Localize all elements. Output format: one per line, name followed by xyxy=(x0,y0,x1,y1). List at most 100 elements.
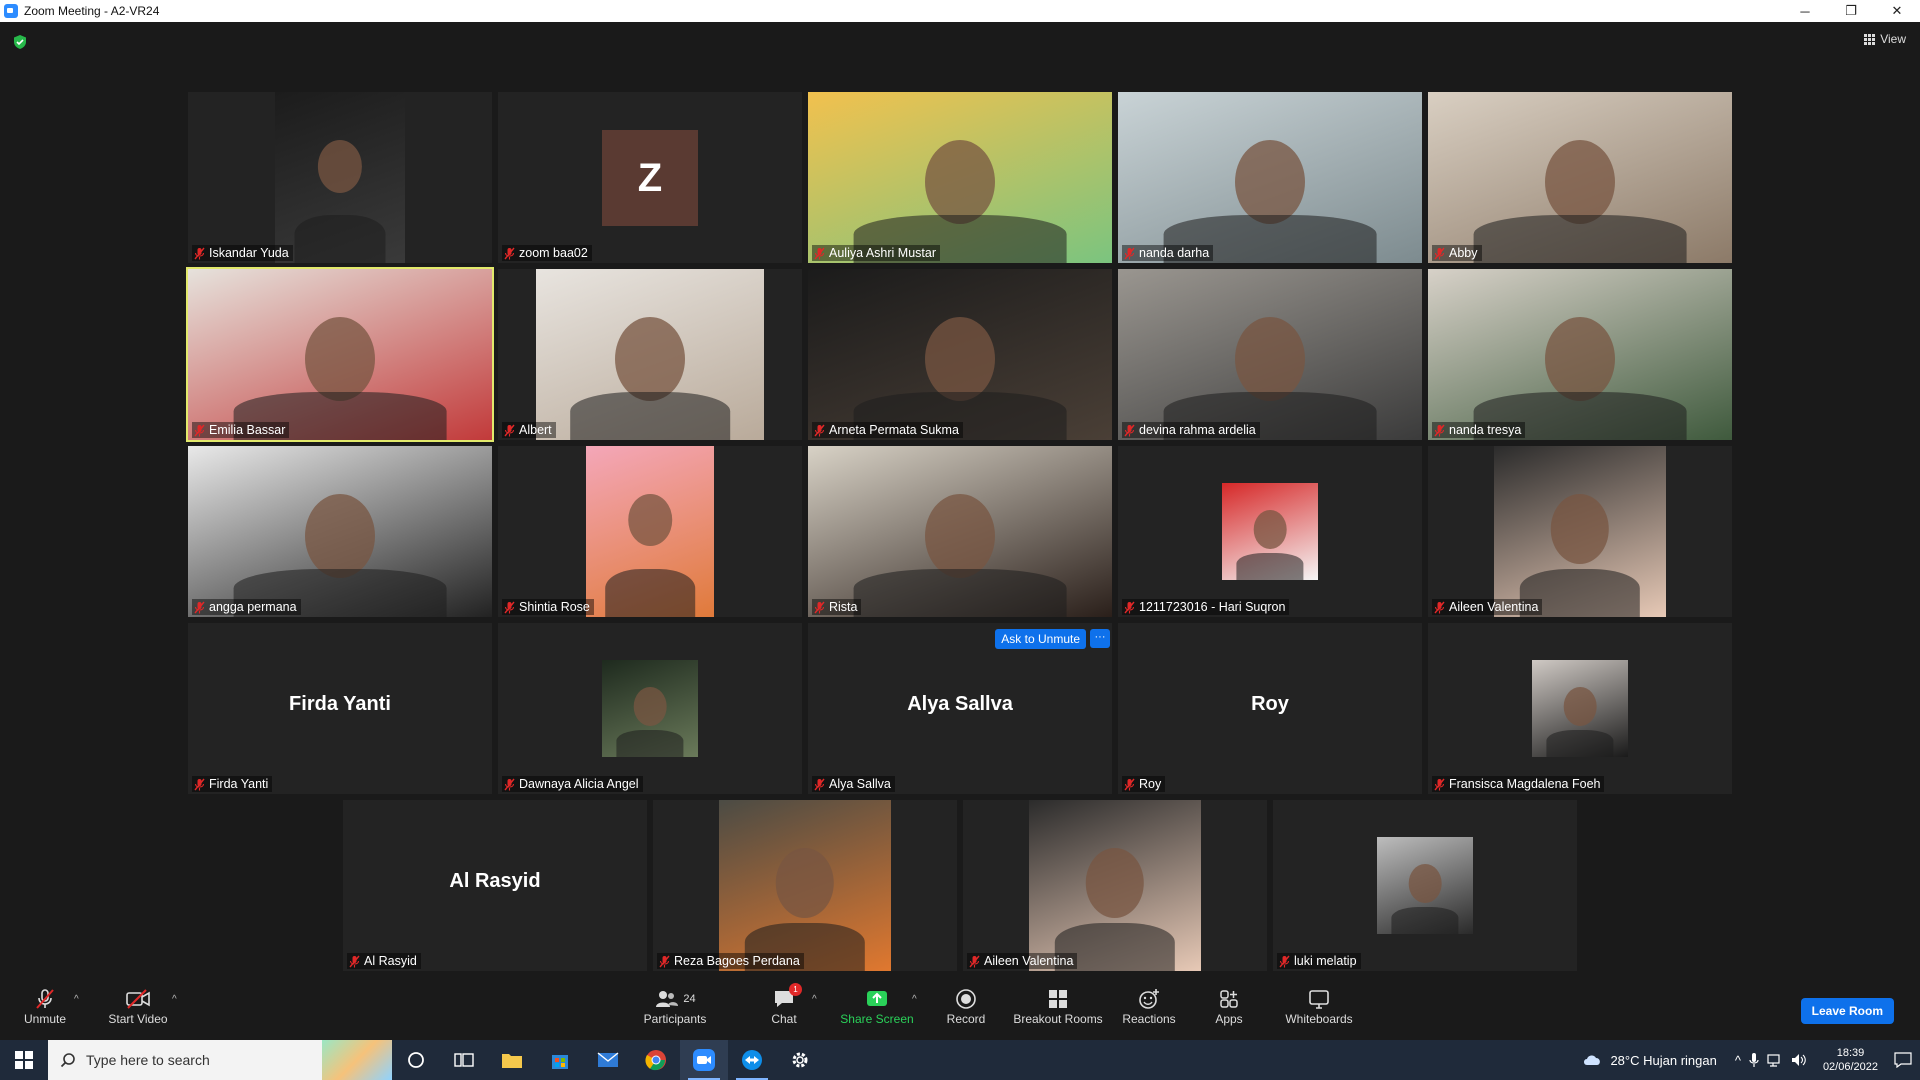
ask-to-unmute-button[interactable]: Ask to Unmute xyxy=(995,629,1086,649)
participant-face xyxy=(305,493,375,578)
cortana-button[interactable] xyxy=(392,1040,440,1080)
muted-mic-icon xyxy=(1124,778,1135,791)
participant-video xyxy=(1222,483,1318,580)
task-view-button[interactable] xyxy=(440,1040,488,1080)
weather-text[interactable]: 28°C Hujan ringan xyxy=(1610,1053,1716,1068)
participant-tile[interactable]: Al Rasyid Al Rasyid xyxy=(343,800,647,971)
taskbar-search-input[interactable]: Type here to search xyxy=(48,1040,392,1080)
muted-mic-icon xyxy=(504,424,515,437)
whiteboards-button[interactable]: Whiteboards xyxy=(1282,986,1356,1026)
participant-tile[interactable]: Arneta Permata Sukma xyxy=(808,269,1112,440)
participant-tile[interactable]: Iskandar Yuda xyxy=(188,92,492,263)
share-screen-label: Share Screen xyxy=(840,1012,914,1026)
leave-room-button[interactable]: Leave Room xyxy=(1800,998,1894,1024)
participant-face xyxy=(925,139,995,224)
network-icon[interactable] xyxy=(1767,1053,1783,1067)
participants-button[interactable]: 24 Participants xyxy=(640,986,710,1026)
participant-tile[interactable]: 1211723016 - Hari Suqron xyxy=(1118,446,1422,617)
participant-tile[interactable]: luki melatip xyxy=(1273,800,1577,971)
participant-tile[interactable]: Firda Yanti Firda Yanti xyxy=(188,623,492,794)
participant-tile[interactable]: angga permana xyxy=(188,446,492,617)
apps-button[interactable]: Apps xyxy=(1212,986,1246,1026)
video-options-caret[interactable]: ^ xyxy=(172,994,177,1005)
notification-icon[interactable] xyxy=(1894,1052,1912,1068)
muted-mic-icon xyxy=(1124,424,1135,437)
participant-video xyxy=(1532,660,1628,757)
chat-options-caret[interactable]: ^ xyxy=(812,994,817,1005)
participant-video xyxy=(1428,92,1732,263)
settings-button[interactable] xyxy=(776,1040,824,1080)
start-video-button[interactable]: Start Video xyxy=(106,986,170,1026)
participant-tile[interactable]: Shintia Rose xyxy=(498,446,802,617)
participant-video xyxy=(586,446,714,617)
close-button[interactable]: ✕ xyxy=(1874,0,1920,22)
participant-tile[interactable]: Roy Roy xyxy=(1118,623,1422,794)
zoom-taskbar-button[interactable] xyxy=(680,1040,728,1080)
file-explorer-button[interactable] xyxy=(488,1040,536,1080)
more-options-button[interactable]: ··· xyxy=(1090,629,1110,648)
chat-button[interactable]: 1 Chat xyxy=(762,983,806,1026)
muted-mic-icon xyxy=(1434,247,1445,260)
start-button[interactable] xyxy=(0,1040,48,1080)
zoom-app-icon xyxy=(4,4,18,18)
participant-tile[interactable]: Auliya Ashri Mustar xyxy=(808,92,1112,263)
participant-name: Dawnaya Alicia Angel xyxy=(519,777,639,791)
muted-mic-icon xyxy=(1434,601,1445,614)
participant-tile[interactable]: nanda darha xyxy=(1118,92,1422,263)
participant-tile[interactable]: Abby xyxy=(1428,92,1732,263)
participant-name: 1211723016 - Hari Suqron xyxy=(1139,600,1286,614)
participant-tile[interactable]: nanda tresya xyxy=(1428,269,1732,440)
unmute-button[interactable]: Unmute xyxy=(20,986,70,1026)
participant-tile[interactable]: Aileen Valentina xyxy=(1428,446,1732,617)
participant-tile[interactable]: Dawnaya Alicia Angel xyxy=(498,623,802,794)
participant-name: Abby xyxy=(1449,246,1478,260)
record-button[interactable]: Record xyxy=(940,986,992,1026)
audio-options-caret[interactable]: ^ xyxy=(74,994,79,1005)
avatar-initial: Z xyxy=(602,130,698,226)
view-button[interactable]: View xyxy=(1864,32,1906,46)
participant-tile[interactable]: Reza Bagoes Perdana xyxy=(653,800,957,971)
microphone-icon[interactable] xyxy=(1749,1052,1759,1068)
participant-tile[interactable]: Aileen Valentina xyxy=(963,800,1267,971)
search-placeholder: Type here to search xyxy=(86,1052,210,1068)
store-button[interactable] xyxy=(536,1040,584,1080)
cortana-icon xyxy=(408,1052,424,1068)
windows-taskbar: Type here to search 28°C Hujan ringan ^ … xyxy=(0,1040,1920,1080)
muted-mic-icon xyxy=(349,955,360,968)
participant-name: Albert xyxy=(519,423,552,437)
tray-chevron-icon[interactable]: ^ xyxy=(1735,1053,1741,1068)
restore-button[interactable]: ❐ xyxy=(1828,0,1874,22)
breakout-rooms-button[interactable]: Breakout Rooms xyxy=(1012,986,1104,1026)
muted-mic-icon xyxy=(194,247,205,260)
chrome-button[interactable] xyxy=(632,1040,680,1080)
participant-tile[interactable]: Fransisca Magdalena Foeh xyxy=(1428,623,1732,794)
participant-tile[interactable]: Alya Sallva Ask to Unmute ··· Alya Sallva xyxy=(808,623,1112,794)
participant-tile[interactable]: devina rahma ardelia xyxy=(1118,269,1422,440)
encryption-shield-icon[interactable] xyxy=(12,34,28,50)
share-options-caret[interactable]: ^ xyxy=(912,994,917,1005)
share-screen-button[interactable]: Share Screen xyxy=(840,986,914,1026)
participant-tile[interactable]: Albert xyxy=(498,269,802,440)
minimize-button[interactable]: ─ xyxy=(1782,0,1828,22)
participant-body xyxy=(616,729,684,757)
muted-mic-icon xyxy=(1124,601,1135,614)
participant-body xyxy=(853,569,1067,617)
participant-name-bar: Arneta Permata Sukma xyxy=(812,422,963,438)
participant-tile[interactable]: Zzoom baa02 xyxy=(498,92,802,263)
participant-tile[interactable]: Emilia Bassar xyxy=(186,267,494,442)
participant-name: Fransisca Magdalena Foeh xyxy=(1449,777,1601,791)
participant-body xyxy=(1473,215,1687,263)
participant-name: devina rahma ardelia xyxy=(1139,423,1256,437)
participant-name-bar: Roy xyxy=(1122,776,1166,792)
participant-video xyxy=(188,269,492,440)
mail-button[interactable] xyxy=(584,1040,632,1080)
participant-tile[interactable]: Rista xyxy=(808,446,1112,617)
participant-face xyxy=(1408,864,1442,904)
participant-name: Aileen Valentina xyxy=(984,954,1074,968)
muted-mic-icon xyxy=(1434,778,1445,791)
reactions-button[interactable]: Reactions xyxy=(1122,986,1176,1026)
teamviewer-button[interactable] xyxy=(728,1040,776,1080)
participant-name: Rista xyxy=(829,600,858,614)
volume-icon[interactable] xyxy=(1791,1053,1807,1067)
taskbar-clock[interactable]: 18:39 02/06/2022 xyxy=(1823,1046,1878,1074)
